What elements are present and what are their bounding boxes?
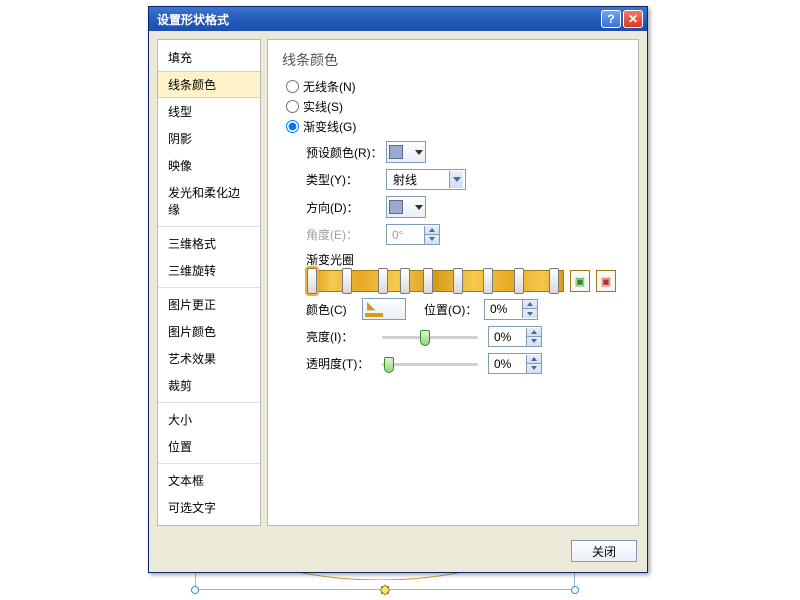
type-label: 类型(Y)： <box>306 171 386 188</box>
color-label: 颜色(C) <box>306 301 362 318</box>
transparency-label: 透明度(T)： <box>306 355 378 372</box>
sidebar-item-fill[interactable]: 填充 <box>158 44 260 71</box>
position-label: 位置(O)： <box>424 301 484 318</box>
sidebar-item-crop[interactable]: 裁剪 <box>158 372 260 399</box>
sidebar-item-pic-correct[interactable]: 图片更正 <box>158 291 260 318</box>
radio-gradient-line[interactable]: 渐变线(G) <box>286 118 624 135</box>
sidebar-item-alttext[interactable]: 可选文字 <box>158 494 260 521</box>
sidebar-item-size[interactable]: 大小 <box>158 406 260 433</box>
angle-spinner: 0° <box>386 224 440 245</box>
sidebar-item-line-style[interactable]: 线型 <box>158 98 260 125</box>
category-sidebar: 填充 线条颜色 线型 阴影 映像 发光和柔化边缘 三维格式 三维旋转 图片更正 … <box>157 39 261 526</box>
direction-dropdown[interactable] <box>386 196 426 218</box>
radio-no-line[interactable]: 无线条(N) <box>286 78 624 95</box>
sidebar-item-3d-rotation[interactable]: 三维旋转 <box>158 257 260 284</box>
preset-swatch-icon <box>389 145 403 159</box>
sidebar-item-artistic[interactable]: 艺术效果 <box>158 345 260 372</box>
transparency-slider[interactable] <box>382 354 478 374</box>
format-shape-dialog: 设置形状格式 ? ✕ 填充 线条颜色 线型 阴影 映像 发光和柔化边缘 三维格式… <box>148 6 648 573</box>
help-button[interactable]: ? <box>601 10 621 28</box>
titlebar[interactable]: 设置形状格式 ? ✕ <box>149 7 647 31</box>
chevron-down-icon <box>415 150 423 155</box>
sidebar-item-pic-color[interactable]: 图片颜色 <box>158 318 260 345</box>
gradient-stop[interactable] <box>378 268 388 294</box>
transparency-spinner[interactable]: 0% <box>488 353 542 374</box>
sidebar-item-shadow[interactable]: 阴影 <box>158 125 260 152</box>
direction-label: 方向(D)： <box>306 199 386 216</box>
brightness-label: 亮度(I)： <box>306 328 378 345</box>
angle-label: 角度(E)： <box>306 226 386 243</box>
preset-dropdown[interactable] <box>386 141 426 163</box>
brightness-slider[interactable] <box>382 327 478 347</box>
gradient-track[interactable] <box>306 270 564 292</box>
preset-label: 预设颜色(R)： <box>306 144 386 161</box>
gradient-stop[interactable] <box>514 268 524 294</box>
resize-handle[interactable] <box>191 586 199 594</box>
sidebar-item-glow[interactable]: 发光和柔化边缘 <box>158 179 260 223</box>
gradient-stop[interactable] <box>307 268 317 294</box>
brightness-spinner[interactable]: 0% <box>488 326 542 347</box>
resize-handle[interactable] <box>571 586 579 594</box>
add-stop-button[interactable]: ▣ <box>570 270 590 292</box>
chevron-down-icon <box>449 171 463 188</box>
gradient-stop[interactable] <box>549 268 559 294</box>
color-picker-button[interactable] <box>362 298 406 320</box>
stops-label: 渐变光圈 <box>306 251 624 268</box>
direction-swatch-icon <box>389 200 403 214</box>
chevron-down-icon <box>415 205 423 210</box>
gradient-stop[interactable] <box>453 268 463 294</box>
remove-stop-button[interactable]: ▣ <box>596 270 616 292</box>
sidebar-item-position[interactable]: 位置 <box>158 433 260 460</box>
gradient-stop[interactable] <box>400 268 410 294</box>
type-combobox[interactable]: 射线 <box>386 169 466 190</box>
dialog-title: 设置形状格式 <box>157 11 229 28</box>
gradient-stop[interactable] <box>423 268 433 294</box>
paint-bucket-icon <box>365 301 383 317</box>
sidebar-item-line-color[interactable]: 线条颜色 <box>158 71 260 98</box>
sidebar-item-3d-format[interactable]: 三维格式 <box>158 230 260 257</box>
close-icon[interactable]: ✕ <box>623 10 643 28</box>
content-panel: 线条颜色 无线条(N) 实线(S) 渐变线(G) 预设颜色(R)： 类型(Y)：… <box>267 39 639 526</box>
sidebar-item-reflection[interactable]: 映像 <box>158 152 260 179</box>
position-spinner[interactable]: 0% <box>484 299 538 320</box>
sidebar-item-textbox[interactable]: 文本框 <box>158 467 260 494</box>
close-button[interactable]: 关闭 <box>571 540 637 562</box>
radio-solid-line[interactable]: 实线(S) <box>286 98 624 115</box>
gradient-stop[interactable] <box>483 268 493 294</box>
gradient-stop[interactable] <box>342 268 352 294</box>
panel-heading: 线条颜色 <box>282 50 624 70</box>
dialog-footer: 关闭 <box>149 534 647 572</box>
